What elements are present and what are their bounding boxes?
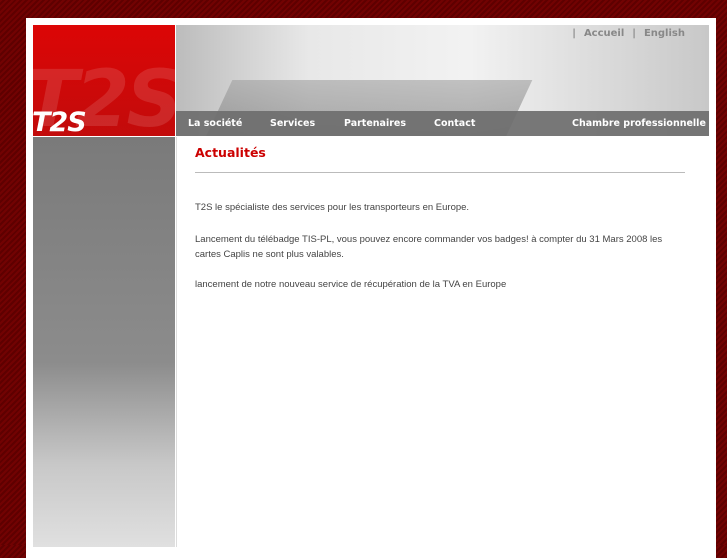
main-content: Actualités T2S le spécialiste des servic… bbox=[176, 137, 710, 547]
header-banner: | Accueil | English La société Services Par… bbox=[176, 25, 709, 136]
top-links: | Accueil | English bbox=[568, 28, 689, 39]
sidebar bbox=[33, 137, 175, 547]
page-title: Actualités bbox=[195, 145, 266, 160]
logo-text: T2S bbox=[33, 107, 87, 136]
nav-contact[interactable]: Contact bbox=[434, 118, 475, 129]
divider bbox=[195, 172, 685, 173]
nav-chambre[interactable]: Chambre professionnelle bbox=[572, 118, 706, 129]
nav-societe[interactable]: La société bbox=[188, 118, 242, 129]
news-item: Lancement du télébadge TIS-PL, vous pouv… bbox=[195, 234, 663, 260]
home-link[interactable]: Accueil bbox=[584, 28, 624, 39]
separator: | bbox=[572, 28, 576, 39]
main-nav: La société Services Partenaires Contact … bbox=[176, 111, 709, 136]
nav-services[interactable]: Services bbox=[270, 118, 315, 129]
nav-partenaires[interactable]: Partenaires bbox=[344, 118, 406, 129]
logo[interactable]: T2S T2S bbox=[33, 25, 175, 136]
separator: | bbox=[632, 28, 636, 39]
news-item: T2S le spécialiste des services pour les… bbox=[195, 202, 470, 213]
english-link[interactable]: English bbox=[644, 28, 685, 39]
news-item: lancement de notre nouveau service de ré… bbox=[195, 279, 507, 290]
